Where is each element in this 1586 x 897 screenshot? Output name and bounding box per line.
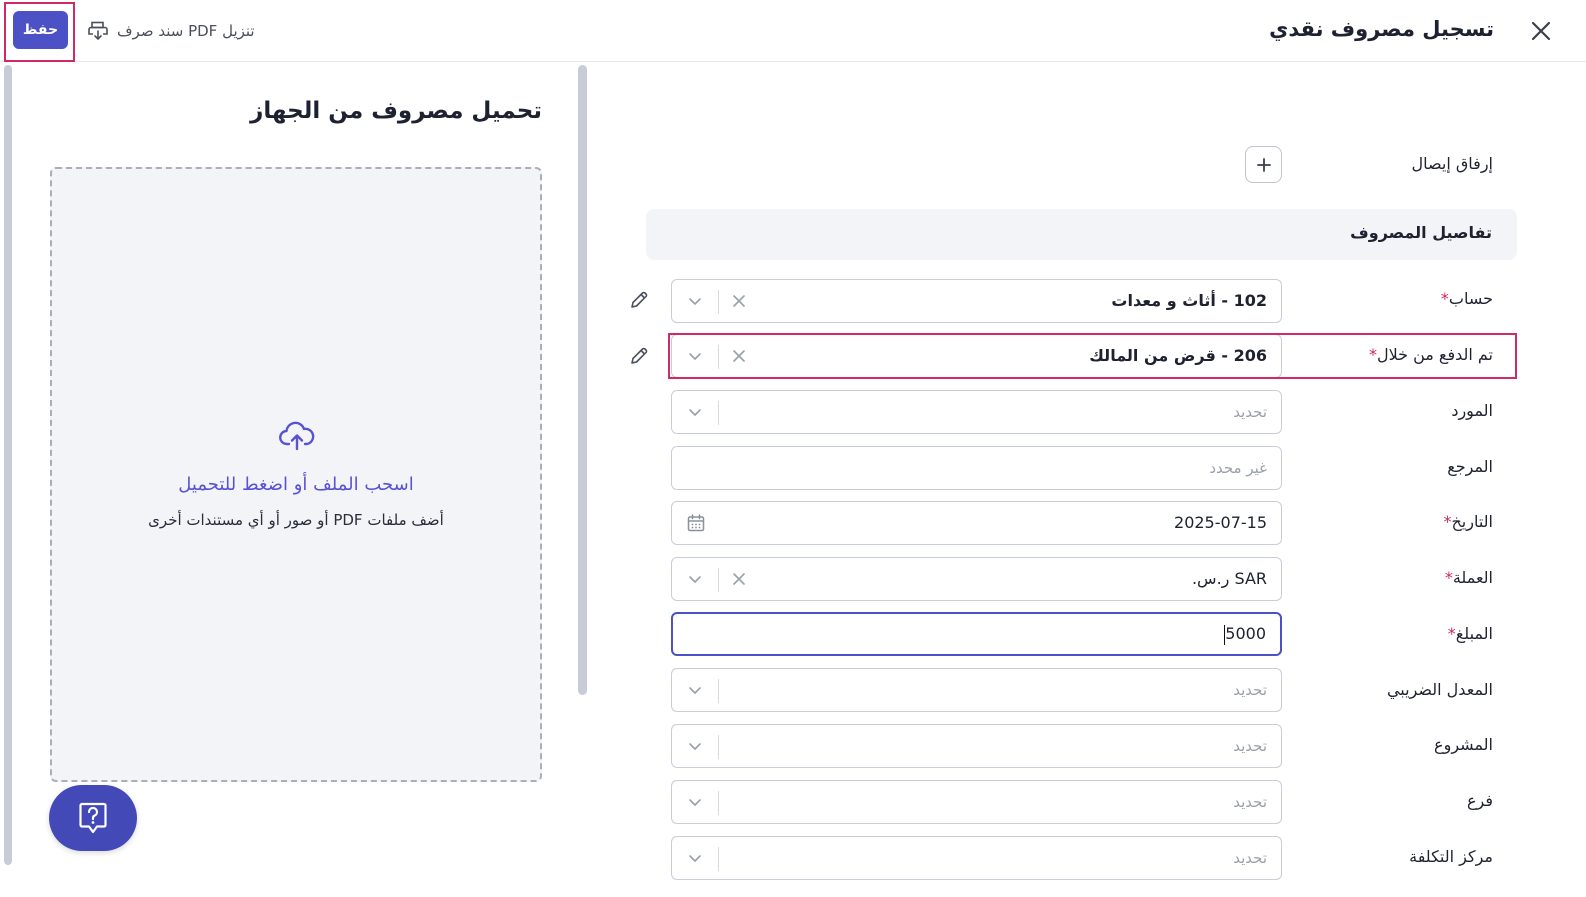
- upload-panel-scrollbar[interactable]: [578, 65, 587, 695]
- separator: [718, 791, 719, 815]
- currency-select[interactable]: SAR ر.س.: [671, 557, 1282, 601]
- separator: [718, 679, 719, 703]
- reference-placeholder: غير محدد: [1209, 459, 1267, 477]
- account-value: 102 - أثاث و معدات: [1111, 291, 1267, 310]
- separator: [718, 345, 719, 369]
- project-label: المشروع: [1434, 735, 1493, 754]
- clear-icon[interactable]: [730, 292, 748, 310]
- calendar-icon[interactable]: [686, 513, 706, 533]
- chevron-down-icon[interactable]: [686, 681, 704, 699]
- amount-label: المبلغ*: [1447, 624, 1493, 643]
- account-label: حساب*: [1440, 289, 1493, 308]
- section-title: تفاصيل المصروف: [1350, 223, 1492, 242]
- vendor-select[interactable]: تحديد: [671, 390, 1282, 434]
- separator: [718, 568, 719, 592]
- amount-value: 5000: [1225, 624, 1266, 643]
- cost-center-select[interactable]: تحديد: [671, 836, 1282, 880]
- chevron-down-icon[interactable]: [686, 403, 704, 421]
- page-title: تسجيل مصروف نقدي: [1269, 17, 1494, 41]
- clear-icon[interactable]: [730, 347, 748, 365]
- chevron-down-icon[interactable]: [686, 570, 704, 588]
- chevron-down-icon[interactable]: [686, 737, 704, 755]
- download-pdf-link[interactable]: تنزيل PDF سند صرف: [87, 19, 255, 43]
- vendor-label: المورد: [1451, 401, 1493, 420]
- upload-primary-text: اسحب الملف أو اضغط للتحميل: [178, 474, 414, 495]
- reference-input[interactable]: غير محدد: [671, 446, 1282, 490]
- file-dropzone[interactable]: اسحب الملف أو اضغط للتحميل أضف ملفات PDF…: [50, 167, 542, 782]
- branch-label: فرع: [1466, 791, 1493, 810]
- date-input[interactable]: 2025-07-15: [671, 501, 1282, 545]
- branch-placeholder: تحديد: [1233, 793, 1267, 811]
- plus-icon: [1256, 157, 1271, 172]
- top-bar: تسجيل مصروف نقدي حفظ تنزيل PDF سند صرف: [0, 0, 1586, 62]
- chevron-down-icon[interactable]: [686, 849, 704, 867]
- left-scrollbar[interactable]: [4, 65, 12, 865]
- printer-download-icon: [88, 21, 108, 40]
- help-button[interactable]: [49, 785, 137, 851]
- project-select[interactable]: تحديد: [671, 724, 1282, 768]
- branch-select[interactable]: تحديد: [671, 780, 1282, 824]
- date-value: 2025-07-15: [1174, 513, 1267, 532]
- cost-center-label: مركز التكلفة: [1409, 847, 1493, 866]
- amount-value-wrap: 5000: [1223, 624, 1266, 645]
- account-select[interactable]: 102 - أثاث و معدات: [671, 279, 1282, 323]
- separator: [718, 290, 719, 314]
- chevron-down-icon[interactable]: [686, 347, 704, 365]
- chevron-down-icon[interactable]: [686, 292, 704, 310]
- attach-receipt-button[interactable]: [1245, 146, 1282, 183]
- upload-title: تحميل مصروف من الجهاز: [250, 98, 542, 124]
- pencil-icon[interactable]: [629, 346, 649, 366]
- upload-secondary-text: أضف ملفات PDF أو صور أو أي مستندات أخرى: [148, 511, 444, 529]
- reference-label: المرجع: [1447, 457, 1493, 476]
- project-placeholder: تحديد: [1233, 737, 1267, 755]
- close-button[interactable]: [1526, 16, 1556, 46]
- download-pdf-label: تنزيل PDF سند صرف: [117, 22, 255, 40]
- paid-through-label: تم الدفع من خلال*: [1368, 345, 1493, 364]
- paid-through-value: 206 - قرض من المالك: [1089, 346, 1267, 365]
- paid-through-select[interactable]: 206 - قرض من المالك: [671, 334, 1282, 378]
- tax-rate-label: المعدل الضريبي: [1386, 680, 1493, 699]
- amount-input[interactable]: 5000: [671, 612, 1282, 656]
- separator: [718, 847, 719, 871]
- date-label: التاريخ*: [1443, 512, 1493, 531]
- separator: [718, 401, 719, 425]
- tax-rate-select[interactable]: تحديد: [671, 668, 1282, 712]
- currency-value: SAR ر.س.: [1191, 569, 1267, 588]
- chevron-down-icon[interactable]: [686, 793, 704, 811]
- clear-icon[interactable]: [730, 570, 748, 588]
- separator: [718, 735, 719, 759]
- attach-receipt-label: إرفاق إيصال: [1411, 154, 1493, 173]
- vendor-placeholder: تحديد: [1233, 403, 1267, 421]
- tax-rate-placeholder: تحديد: [1233, 681, 1267, 699]
- pencil-icon[interactable]: [629, 290, 649, 310]
- cost-center-placeholder: تحديد: [1233, 849, 1267, 867]
- cloud-upload-icon: [279, 421, 315, 451]
- help-icon: [79, 802, 107, 834]
- close-icon: [1531, 21, 1551, 41]
- expense-details-section: تفاصيل المصروف: [646, 209, 1517, 260]
- save-button[interactable]: حفظ: [13, 11, 68, 49]
- currency-label: العملة*: [1444, 568, 1493, 587]
